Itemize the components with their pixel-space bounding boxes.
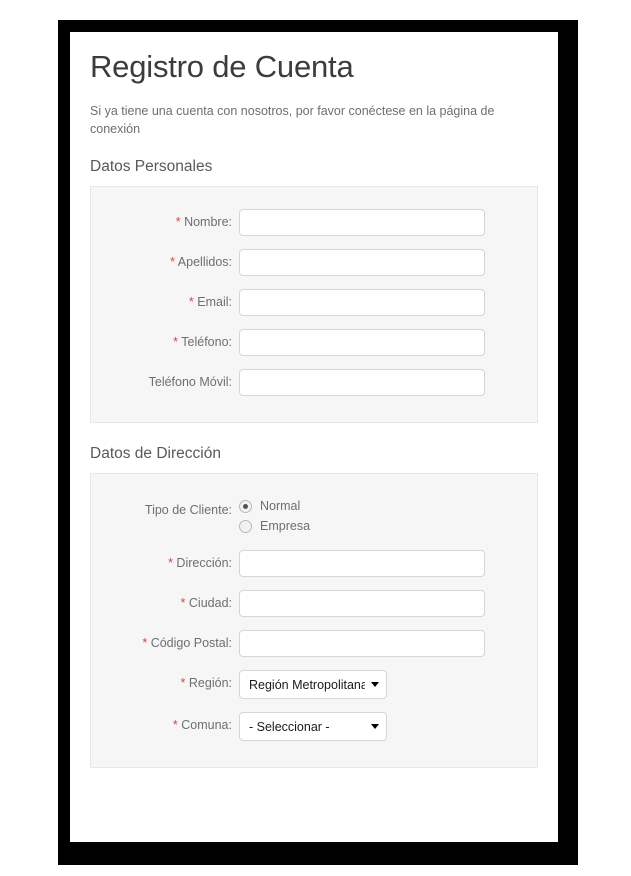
select-region[interactable]: Región Metropolitana <box>239 670 387 700</box>
radio-option-normal[interactable]: Normal <box>239 497 310 515</box>
label-comuna: * Comuna: <box>91 712 239 732</box>
field-row-comuna: * Comuna: - Seleccionar - <box>91 712 537 742</box>
select-comuna[interactable]: - Seleccionar - <box>239 712 387 742</box>
required-asterisk: * <box>142 636 148 651</box>
required-asterisk: * <box>168 556 173 571</box>
fieldset-datos-direccion: Tipo de Cliente: Normal Empresa * Direcc… <box>90 473 538 769</box>
label-text: Código Postal: <box>150 636 232 651</box>
label-ciudad: * Ciudad: <box>91 590 239 610</box>
radio-icon-normal[interactable] <box>239 499 252 513</box>
page-title: Registro de Cuenta <box>90 49 354 84</box>
required-asterisk: * <box>172 718 178 733</box>
radio-option-empresa[interactable]: Empresa <box>239 517 310 535</box>
select-region-value: Región Metropolitana <box>249 677 365 692</box>
label-text: Comuna: <box>181 718 232 733</box>
input-codigo-postal[interactable] <box>239 630 485 658</box>
label-telefono: * Teléfono: <box>91 329 239 349</box>
field-row-direccion: * Dirección: <box>91 550 537 578</box>
select-comuna-value: - Seleccionar - <box>249 719 330 734</box>
input-ciudad[interactable] <box>239 590 485 618</box>
chevron-down-icon <box>371 724 379 730</box>
input-telefono[interactable] <box>239 329 485 357</box>
label-text: Apellidos: <box>177 255 232 270</box>
required-asterisk: * <box>180 596 186 611</box>
radio-label-normal: Normal <box>260 499 301 514</box>
input-direccion[interactable] <box>239 550 485 578</box>
radio-icon-empresa[interactable] <box>239 519 252 533</box>
label-text: Región: <box>188 676 232 691</box>
label-direccion: * Dirección: <box>91 550 239 570</box>
input-telefono-movil[interactable] <box>239 369 485 397</box>
field-row-apellidos: * Apellidos: <box>91 249 537 277</box>
label-email: * Email: <box>91 289 239 309</box>
chevron-down-icon <box>371 682 379 688</box>
section-title-datos-personales: Datos Personales <box>90 158 213 176</box>
page-content: Registro de Cuenta Si ya tiene una cuent… <box>70 32 558 769</box>
field-row-nombre: * Nombre: <box>91 209 537 237</box>
required-asterisk: * <box>175 215 181 230</box>
field-row-telefono-movil: Teléfono Móvil: <box>91 369 537 397</box>
field-row-ciudad: * Ciudad: <box>91 590 537 618</box>
field-row-tipo-cliente: Tipo de Cliente: Normal Empresa <box>91 496 537 537</box>
required-asterisk: * <box>173 335 179 350</box>
label-telefono-movil: Teléfono Móvil: <box>148 375 232 390</box>
required-asterisk: * <box>188 295 194 310</box>
input-email[interactable] <box>239 289 485 317</box>
label-text: Ciudad: <box>188 596 232 611</box>
fieldset-datos-personales: * Nombre: * Apellidos: * Email: * Teléfo… <box>90 186 538 424</box>
label-text: Nombre: <box>184 215 232 230</box>
input-nombre[interactable] <box>239 209 485 237</box>
field-row-region: * Región: Región Metropolitana <box>91 670 537 700</box>
radio-label-empresa: Empresa <box>260 519 311 534</box>
label-region: * Región: <box>91 670 239 690</box>
required-asterisk: * <box>170 255 175 270</box>
field-row-codigo-postal: * Código Postal: <box>91 630 537 658</box>
section-title-datos-direccion: Datos de Dirección <box>90 445 221 463</box>
field-row-telefono: * Teléfono: <box>91 329 537 357</box>
registration-page: Registro de Cuenta Si ya tiene una cuent… <box>70 32 558 842</box>
label-text: Teléfono: <box>181 335 232 350</box>
required-asterisk: * <box>180 676 186 691</box>
label-codigo-postal: * Código Postal: <box>91 630 239 650</box>
field-row-email: * Email: <box>91 289 537 317</box>
intro-text: Si ya tiene una cuenta con nosotros, por… <box>90 104 495 137</box>
label-apellidos: * Apellidos: <box>91 249 239 269</box>
label-text: Dirección: <box>176 556 232 571</box>
input-apellidos[interactable] <box>239 249 485 277</box>
label-tipo-cliente: Tipo de Cliente: <box>144 503 232 518</box>
label-nombre: * Nombre: <box>91 209 239 229</box>
radio-group-tipo-cliente: Normal Empresa <box>239 496 310 537</box>
label-text: Email: <box>197 295 232 310</box>
